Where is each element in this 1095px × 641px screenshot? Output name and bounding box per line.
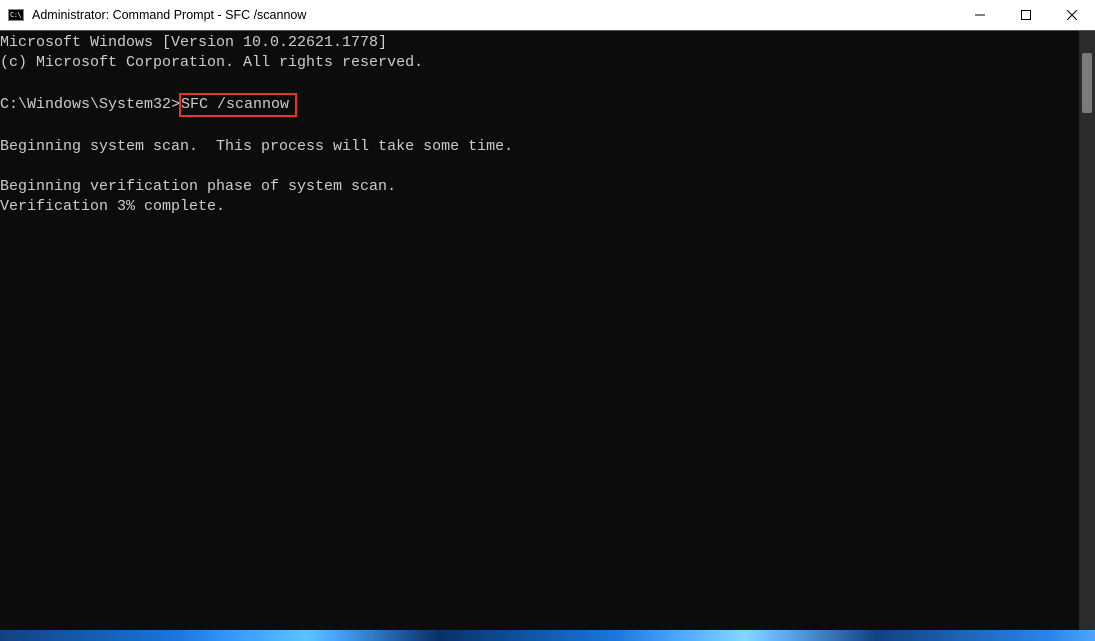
output-line: Beginning verification phase of system s… xyxy=(0,178,396,195)
close-icon xyxy=(1067,10,1077,20)
titlebar[interactable]: C:\ Administrator: Command Prompt - SFC … xyxy=(0,0,1095,30)
command-prompt-window: C:\ Administrator: Command Prompt - SFC … xyxy=(0,0,1095,641)
prompt-command: SFC /scannow xyxy=(181,96,289,113)
output-line: Microsoft Windows [Version 10.0.22621.17… xyxy=(0,34,387,51)
scrollbar-thumb[interactable] xyxy=(1082,53,1092,113)
maximize-icon xyxy=(1021,10,1031,20)
minimize-button[interactable] xyxy=(957,0,1003,30)
highlighted-command: SFC /scannow xyxy=(179,93,297,117)
terminal-area: Microsoft Windows [Version 10.0.22621.17… xyxy=(0,30,1095,630)
taskbar-edge xyxy=(0,630,1095,641)
app-icon: C:\ xyxy=(8,7,24,23)
window-title: Administrator: Command Prompt - SFC /sca… xyxy=(32,8,306,22)
terminal-output[interactable]: Microsoft Windows [Version 10.0.22621.17… xyxy=(0,31,1079,630)
window-controls xyxy=(957,0,1095,30)
output-line: Verification 3% complete. xyxy=(0,198,225,215)
minimize-icon xyxy=(975,10,985,20)
maximize-button[interactable] xyxy=(1003,0,1049,30)
output-line: Beginning system scan. This process will… xyxy=(0,138,513,155)
vertical-scrollbar[interactable] xyxy=(1079,31,1095,630)
close-button[interactable] xyxy=(1049,0,1095,30)
prompt-prefix: C:\Windows\System32> xyxy=(0,96,180,113)
cmd-icon: C:\ xyxy=(8,9,24,21)
output-line: (c) Microsoft Corporation. All rights re… xyxy=(0,54,423,71)
